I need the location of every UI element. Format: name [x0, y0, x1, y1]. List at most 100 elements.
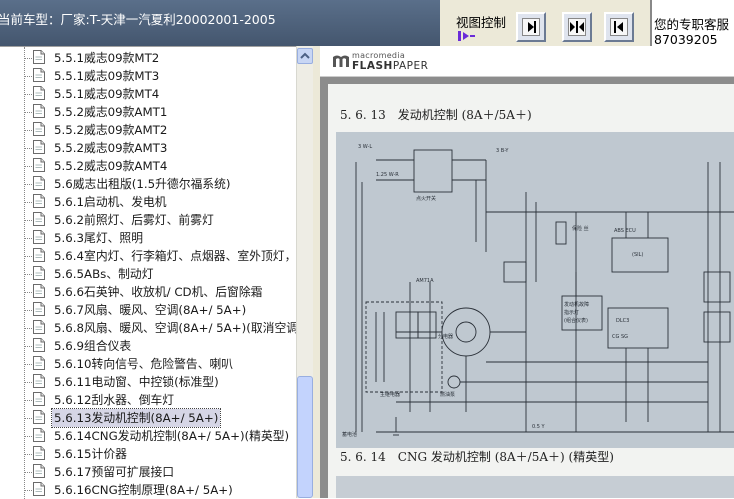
- show-document-button[interactable]: [516, 12, 546, 42]
- tree-item-label: 5.6.6石英钟、收放机/ CD机、后窗除霜: [54, 285, 263, 299]
- tree-connector: [24, 256, 32, 257]
- show-tree-button[interactable]: [604, 12, 634, 42]
- tree-connector: [24, 202, 32, 203]
- view-control-label: 视图控制: [456, 15, 507, 30]
- tree-item[interactable]: 5.6.15计价器: [24, 445, 296, 463]
- document-icon: [33, 374, 45, 388]
- document-icon: [33, 104, 45, 118]
- tree-item[interactable]: 5.6威志出租版(1.5升德尔福系统): [24, 175, 296, 193]
- tree-item-label: 5.5.2威志09款AMT1: [54, 105, 168, 119]
- tree-item-label: 5.6.14CNG发动机控制(8A+/ 5A+)(精英型): [54, 429, 290, 443]
- document-icon: [33, 248, 45, 262]
- svg-text:蓄电池: 蓄电池: [342, 431, 357, 438]
- tree-item[interactable]: 5.5.2威志09款AMT2: [24, 121, 296, 139]
- tree-item[interactable]: 5.6.13发动机控制(8A+/ 5A+): [24, 408, 296, 428]
- flashpaper-viewer: macromedia FLASHPAPER 5. 6. 13 发动机控制 (8A…: [320, 46, 734, 498]
- tree-connector: [24, 94, 32, 95]
- tree-connector: [24, 490, 32, 491]
- tree-item[interactable]: 5.5.2威志09款AMT4: [24, 157, 296, 175]
- tree-connector: [24, 148, 32, 149]
- brand-flashpaper: FLASHPAPER: [352, 60, 429, 72]
- tree-item-label: 5.6.4室内灯、行李箱灯、点烟器、室外顶灯，: [54, 249, 296, 263]
- arrow-left-icon: [610, 18, 628, 36]
- view-mode-icon: [458, 31, 475, 41]
- tree-item-label: 5.6.10转向信号、危险警告、喇叭: [54, 357, 234, 371]
- tree-item[interactable]: 5.6.1启动机、发电机: [24, 193, 296, 211]
- tree-item[interactable]: 5.5.1威志09款MT2: [24, 49, 296, 67]
- car-type-text: 当前车型：厂家:T-天津一汽夏利20002001-2005: [0, 12, 276, 27]
- tree-connector: [24, 328, 32, 329]
- tree-item[interactable]: 5.6.11电动窗、中控锁(标准型): [24, 373, 296, 391]
- svg-text:AM71A: AM71A: [416, 278, 434, 284]
- tree-item[interactable]: 5.6.14CNG发动机控制(8A+/ 5A+)(精英型): [24, 427, 296, 445]
- document-icon: [33, 122, 45, 136]
- tree-item[interactable]: 5.5.1威志09款MT4: [24, 85, 296, 103]
- tree-connector: [24, 364, 32, 365]
- tree-connector: [24, 472, 32, 473]
- split-view-button[interactable]: [562, 12, 592, 42]
- document-icon: [33, 50, 45, 64]
- tree-item[interactable]: 5.6.7风扇、暖风、空调(8A+/ 5A+): [24, 301, 296, 319]
- tree-connector: [24, 112, 32, 113]
- tree-item[interactable]: 5.6.16CNG控制原理(8A+/ 5A+): [24, 481, 296, 499]
- arrow-right-icon: [522, 18, 540, 36]
- tree-connector: [24, 418, 32, 419]
- document-icon: [33, 86, 45, 100]
- document-icon: [33, 356, 45, 370]
- tree-item-label: 5.5.1威志09款MT4: [54, 87, 160, 101]
- next-section-title: 5. 6. 14 CNG 发动机控制 (8A＋/5A＋) (精英型): [340, 450, 614, 464]
- tree-connector: [24, 220, 32, 221]
- tree-item[interactable]: 5.5.1威志09款MT3: [24, 67, 296, 85]
- wiring-diagram-drawing: 3 W-L 3 B-Y 1.25 W-R 点火开关 保险 丝 ABS ECU (…: [342, 144, 734, 438]
- tree-item-label: 5.5.1威志09款MT3: [54, 69, 160, 83]
- car-type-banner: 当前车型：厂家:T-天津一汽夏利20002001-2005: [0, 0, 440, 46]
- pane-splitter[interactable]: [313, 46, 320, 498]
- tree-item[interactable]: 5.6.2前照灯、后雾灯、前雾灯: [24, 211, 296, 229]
- customer-service-panel: 您的专职客服 87039205: [650, 0, 734, 46]
- scroll-up-button[interactable]: [297, 48, 313, 64]
- tree-item-label: 5.6.1启动机、发电机: [54, 195, 167, 209]
- svg-text:DLC3: DLC3: [616, 318, 629, 324]
- document-icon: [33, 302, 45, 316]
- tree-item-label: 5.6.12刮水器、倒车灯: [54, 393, 175, 407]
- scroll-thumb[interactable]: [297, 376, 313, 498]
- tree-item-label: 5.6威志出租版(1.5升德尔福系统): [54, 177, 231, 191]
- service-label: 您的专职客服: [654, 17, 730, 32]
- tree-connector: [24, 310, 32, 311]
- tree-item[interactable]: 5.6.5ABs、制动灯: [24, 265, 296, 283]
- document-icon: [33, 68, 45, 82]
- tree-item[interactable]: 5.6.12刮水器、倒车灯: [24, 391, 296, 409]
- tree-connector: [24, 454, 32, 455]
- tree-item[interactable]: 5.5.2威志09款AMT3: [24, 139, 296, 157]
- document-icon: [33, 392, 45, 406]
- tree-item-label: 5.5.1威志09款MT2: [54, 51, 160, 65]
- tree-item[interactable]: 5.6.4室内灯、行李箱灯、点烟器、室外顶灯，: [24, 247, 296, 265]
- tree-scrollbar[interactable]: [296, 46, 314, 498]
- tree-connector: [24, 184, 32, 185]
- svg-text:(SIL): (SIL): [632, 252, 643, 258]
- svg-text:分电器: 分电器: [438, 333, 453, 340]
- tree-item-label: 5.6.3尾灯、照明: [54, 231, 144, 245]
- tree-item-label: 5.6.17预留可扩展接口: [54, 465, 175, 479]
- svg-text:3 W-L: 3 W-L: [358, 144, 372, 150]
- document-icon: [33, 338, 45, 352]
- split-arrows-icon: [568, 18, 586, 36]
- svg-text:(组合仪表): (组合仪表): [564, 317, 588, 324]
- tree-item[interactable]: 5.5.2威志09款AMT1: [24, 103, 296, 121]
- tree-item[interactable]: 5.6.17预留可扩展接口: [24, 463, 296, 481]
- document-icon: [33, 410, 45, 424]
- tree-connector: [24, 382, 32, 383]
- svg-text:3 B-Y: 3 B-Y: [496, 148, 509, 154]
- chapter-tree: 5.5.1威志09款MT2 5.5.1威志09款MT3 5.5.1威志09款MT4 5…: [0, 46, 296, 499]
- wiring-diagram: 3 W-L 3 B-Y 1.25 W-R 点火开关 保险 丝 ABS ECU (…: [336, 132, 734, 448]
- tree-item[interactable]: 5.6.10转向信号、危险警告、喇叭: [24, 355, 296, 373]
- tree-item[interactable]: 5.6.8风扇、暖风、空调(8A+/ 5A+)(取消空调: [24, 319, 296, 337]
- tree-item[interactable]: 5.6.3尾灯、照明: [24, 229, 296, 247]
- tree-item-label: 5.5.2威志09款AMT3: [54, 141, 168, 155]
- tree-item[interactable]: 5.6.9组合仪表: [24, 337, 296, 355]
- document-icon: [33, 482, 45, 496]
- tree-item[interactable]: 5.6.6石英钟、收放机/ CD机、后窗除霜: [24, 283, 296, 301]
- ign-switch-label: 点火开关: [416, 195, 436, 202]
- tree-item-label: 5.6.16CNG控制原理(8A+/ 5A+): [54, 483, 233, 497]
- tree-connector: [24, 76, 32, 77]
